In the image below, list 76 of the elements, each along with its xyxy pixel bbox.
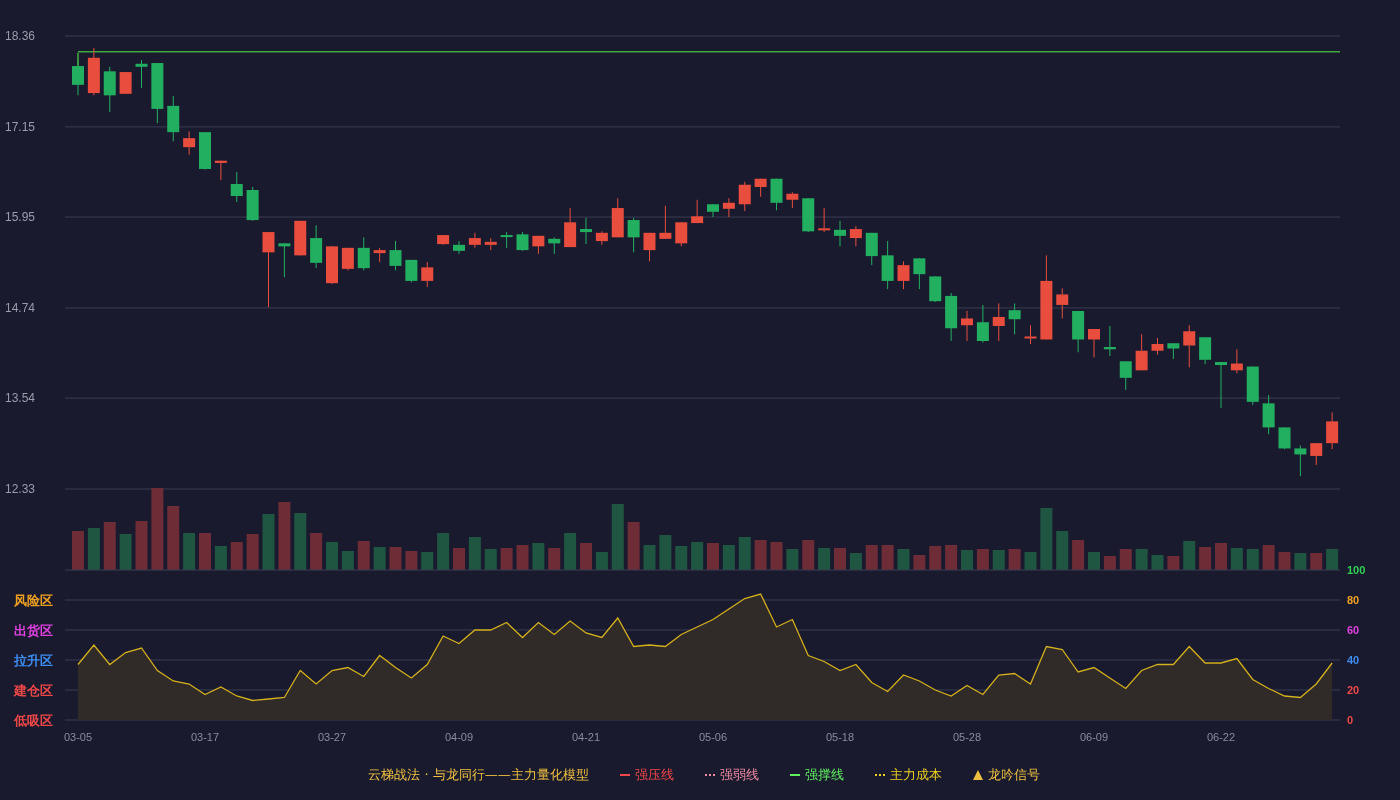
x-axis-label: 06-09 (1079, 731, 1109, 743)
candlestick (627, 217, 640, 253)
price-axis-label: 12.33 (5, 482, 36, 496)
candlestick (834, 220, 846, 247)
candlestick (643, 232, 656, 262)
x-axis-label: 03-05 (63, 731, 93, 743)
candlestick (675, 221, 688, 247)
candlestick (516, 231, 529, 252)
price-axis-label: 18.36 (5, 29, 36, 43)
x-axis-label: 03-27 (317, 731, 347, 743)
candlestick (230, 171, 243, 203)
legend-title: 云梯战法 · 与龙同行——主力量化模型 (368, 766, 589, 784)
candlestick (119, 71, 132, 95)
candlestick (961, 310, 973, 342)
candlestick (357, 236, 370, 271)
candlestick (1215, 361, 1227, 409)
zone-label: 风险区 (14, 593, 53, 608)
candlestick (1294, 444, 1307, 477)
price-axis-label: 17.15 (5, 119, 36, 134)
candlestick (1119, 360, 1132, 391)
x-axis-label: 05-18 (825, 731, 855, 743)
y-axis-label: 0 (1347, 714, 1354, 726)
candlestick (1088, 328, 1100, 359)
candlestick (278, 242, 291, 278)
candlestick (183, 130, 196, 156)
x-axis-label: 03-17 (190, 731, 220, 743)
y-axis-label: 60 (1347, 624, 1360, 636)
candlestick (1310, 442, 1323, 466)
zone-label: 低吸区 (14, 713, 53, 728)
candlestick (1056, 287, 1069, 319)
candlestick (468, 232, 481, 249)
y-axis-label: 20 (1347, 684, 1360, 696)
candlestick (818, 207, 831, 233)
candlestick (849, 225, 862, 247)
y-axis-label: 100 (1347, 564, 1366, 576)
legend-label[interactable]: 强撑线 (804, 766, 844, 784)
leader-line (77, 52, 79, 67)
candlestick (1183, 324, 1196, 368)
candlestick (865, 232, 878, 266)
candlestick (1024, 324, 1037, 345)
y-axis-label: 40 (1347, 654, 1360, 666)
x-axis-label: 04-09 (444, 731, 474, 743)
price-axis-label: 15.95 (5, 210, 36, 225)
legend-label[interactable]: 强压线 (634, 766, 674, 784)
candlestick (1326, 411, 1339, 450)
candlestick (262, 231, 275, 308)
x-axis-label: 04-21 (571, 731, 601, 743)
candlestick (659, 205, 672, 240)
candlestick (1199, 336, 1212, 365)
candlestick (580, 217, 592, 245)
candlestick (1278, 426, 1291, 450)
candlestick (1135, 333, 1148, 371)
legend-label[interactable]: 主力成本 (889, 766, 942, 784)
zone-label: 建仓区 (14, 683, 53, 698)
zone-label: 拉升区 (14, 653, 53, 668)
legend-label[interactable]: 强弱线 (719, 766, 759, 784)
y-axis-label: 80 (1347, 594, 1360, 606)
candlestick (421, 261, 434, 288)
x-axis-label: 06-22 (1206, 731, 1236, 743)
candlestick (1008, 302, 1021, 335)
candlestick (722, 197, 735, 218)
candlestick (135, 59, 148, 89)
x-axis-label: 05-28 (952, 731, 982, 743)
price-axis-label: 13.54 (5, 391, 36, 406)
candlestick (976, 304, 989, 344)
candlestick (897, 260, 910, 290)
candlestick (738, 181, 751, 212)
candlestick (389, 240, 402, 271)
candlestick (453, 240, 465, 255)
triangle-icon[interactable] (971, 769, 984, 781)
candlestick (913, 257, 926, 290)
candlestick (992, 302, 1005, 342)
zone-label: 出货区 (14, 623, 53, 638)
legend-label[interactable]: 龙吟信号 (987, 766, 1040, 784)
price-axis-label: 14.74 (5, 300, 36, 315)
x-axis-label: 05-06 (698, 731, 728, 743)
